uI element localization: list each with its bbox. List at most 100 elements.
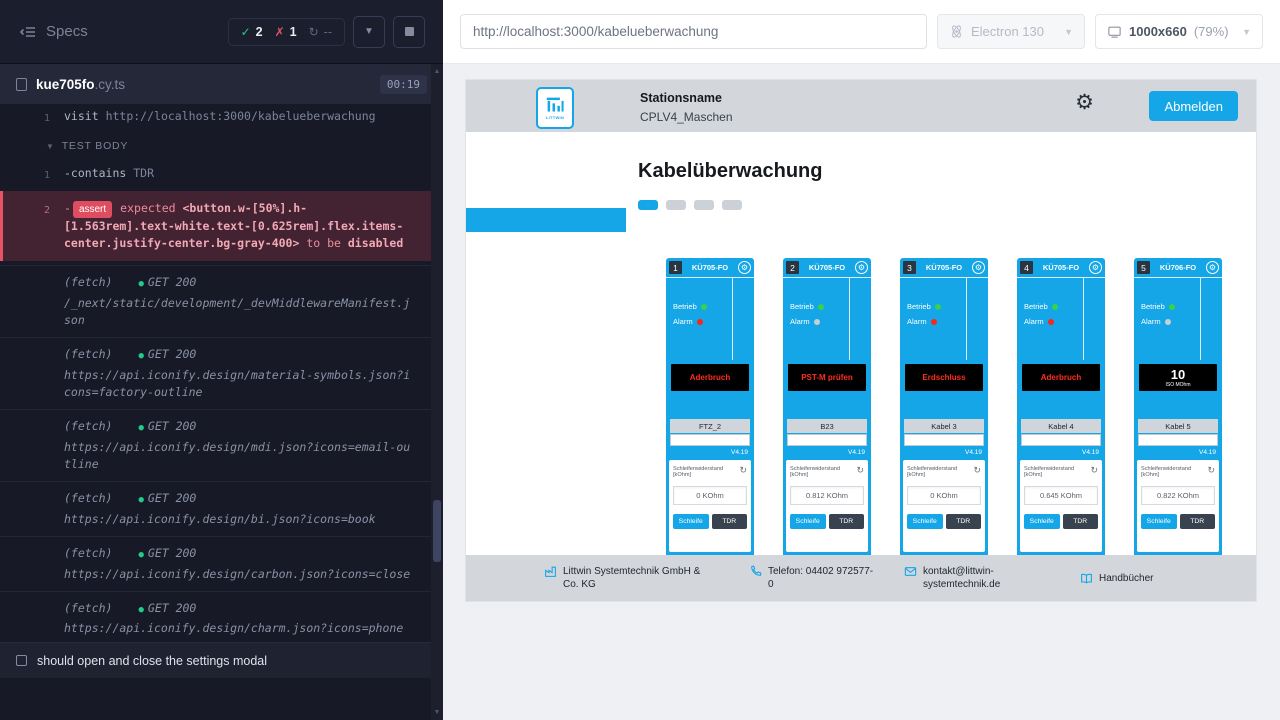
tdr-button[interactable]: TDR bbox=[829, 514, 865, 529]
browser-select[interactable]: Electron 130 ▼ bbox=[937, 14, 1085, 49]
success-dot-icon: ● bbox=[138, 495, 143, 505]
refresh-icon[interactable]: ↻ bbox=[973, 466, 981, 475]
device-settings-icon[interactable]: ⚙ bbox=[855, 261, 868, 274]
footer-contact-item[interactable]: Handbücher bbox=[1080, 572, 1153, 585]
network-log-row[interactable]: (fetch)●GET 200 https://api.iconify.desi… bbox=[0, 337, 431, 409]
viewport-select[interactable]: 1000x660 (79%) ▼ bbox=[1095, 14, 1263, 49]
footer-icon bbox=[904, 565, 917, 578]
footer-text: Handbücher bbox=[1099, 572, 1153, 585]
command-assert-failed[interactable]: 2 -assertexpected <button.w-[50%].h-[1.5… bbox=[0, 191, 431, 262]
schleife-button[interactable]: Schleife bbox=[1024, 514, 1060, 529]
rack-tab[interactable] bbox=[638, 200, 658, 210]
device-settings-icon[interactable]: ⚙ bbox=[1089, 261, 1102, 274]
network-log-row[interactable]: (fetch)●GET 200 https://api.iconify.desi… bbox=[0, 409, 431, 481]
alarm-label: Alarm bbox=[1141, 317, 1161, 326]
success-dot-icon: ● bbox=[138, 550, 143, 560]
measurement-panel: Schleifenwiderstand [kOhm] ↻ 0.822 KOhm … bbox=[1137, 460, 1219, 552]
device-model: KÜ705-FO bbox=[918, 263, 970, 272]
sidebar-nav-item[interactable] bbox=[466, 256, 626, 280]
settings-gear-icon[interactable]: ⚙ bbox=[1075, 92, 1094, 113]
cable-input[interactable] bbox=[1138, 434, 1218, 446]
device-number: 3 bbox=[903, 261, 916, 274]
measurement-panel: Schleifenwiderstand [kOhm] ↻ 0 KOhm Schl… bbox=[669, 460, 751, 552]
cable-name: Kabel 5 bbox=[1138, 419, 1218, 433]
network-log-row[interactable]: (fetch)●GET 200 /_next/static/developmen… bbox=[0, 265, 431, 337]
cypress-runner-window: Specs ✓2 ✗1 ↻-- ▼ kue705fo.cy.ts 00:19 1… bbox=[0, 0, 1280, 720]
rack-tab[interactable] bbox=[694, 200, 714, 210]
crane-icon bbox=[545, 96, 565, 114]
status-display: Aderbruch bbox=[1022, 364, 1100, 391]
network-log-row[interactable]: (fetch)●GET 200 https://api.iconify.desi… bbox=[0, 591, 431, 642]
sidebar-nav-item[interactable] bbox=[466, 232, 626, 256]
stat-failed: ✗1 bbox=[275, 25, 297, 39]
refresh-icon[interactable]: ↻ bbox=[856, 466, 864, 475]
command-log: 1 visit http://localhost:3000/kabelueber… bbox=[0, 104, 431, 642]
measurement-label: Schleifenwiderstand [kOhm] bbox=[790, 466, 856, 478]
device-settings-icon[interactable]: ⚙ bbox=[972, 261, 985, 274]
browser-label: Electron 130 bbox=[971, 24, 1044, 39]
footer-icon bbox=[544, 565, 557, 578]
stop-tests-button[interactable] bbox=[393, 16, 425, 48]
tdr-button[interactable]: TDR bbox=[1063, 514, 1099, 529]
schleife-button[interactable]: Schleife bbox=[907, 514, 943, 529]
network-log-row[interactable]: (fetch)●GET 200 https://api.iconify.desi… bbox=[0, 536, 431, 591]
refresh-icon[interactable]: ↻ bbox=[1090, 466, 1098, 475]
test-body-section-toggle[interactable]: ▼ TEST BODY bbox=[0, 130, 431, 161]
tdr-button[interactable]: TDR bbox=[946, 514, 982, 529]
device-settings-icon[interactable]: ⚙ bbox=[738, 261, 751, 274]
aut-url-input[interactable] bbox=[460, 14, 927, 49]
scroll-up-arrow[interactable]: ▲ bbox=[431, 68, 443, 75]
tdr-button[interactable]: TDR bbox=[712, 514, 748, 529]
mail-icon bbox=[904, 565, 917, 578]
schleife-button[interactable]: Schleife bbox=[673, 514, 709, 529]
footer-contact-item[interactable]: Littwin Systemtechnik GmbH & Co. KG bbox=[544, 565, 713, 591]
cable-input[interactable] bbox=[670, 434, 750, 446]
chevron-down-icon: ▼ bbox=[1064, 27, 1073, 37]
status-display: Aderbruch bbox=[671, 364, 749, 391]
stop-icon bbox=[405, 27, 414, 36]
specs-toggle[interactable]: Specs bbox=[20, 23, 88, 40]
footer-contact-item[interactable]: Telefon: 04402 972577-0 bbox=[749, 565, 878, 591]
cable-input[interactable] bbox=[787, 434, 867, 446]
device-settings-icon[interactable]: ⚙ bbox=[1206, 261, 1219, 274]
reporter-scrollbar[interactable]: ▲ ▼ bbox=[431, 64, 443, 720]
status-sub-label: ISO MOhm bbox=[1165, 382, 1190, 388]
stat-pending: ↻-- bbox=[309, 25, 332, 39]
refresh-icon[interactable]: ↻ bbox=[739, 466, 747, 475]
cable-name: Kabel 4 bbox=[1021, 419, 1101, 433]
success-dot-icon: ● bbox=[138, 423, 143, 433]
rack-tab[interactable] bbox=[722, 200, 742, 210]
tdr-button[interactable]: TDR bbox=[1180, 514, 1216, 529]
collapse-reporter-button[interactable]: ▼ bbox=[353, 16, 385, 48]
footer-icon bbox=[749, 565, 762, 578]
cable-input[interactable] bbox=[904, 434, 984, 446]
refresh-icon[interactable]: ↻ bbox=[1207, 466, 1215, 475]
rack-tab[interactable] bbox=[666, 200, 686, 210]
success-dot-icon: ● bbox=[138, 279, 143, 289]
spec-header-row[interactable]: kue705fo.cy.ts 00:19 bbox=[0, 64, 443, 104]
scroll-down-arrow[interactable]: ▼ bbox=[431, 709, 443, 716]
schleife-button[interactable]: Schleife bbox=[790, 514, 826, 529]
footer-contact-item[interactable]: kontakt@littwin-systemtechnik.de bbox=[904, 565, 1018, 591]
network-log-row[interactable]: (fetch)●GET 200 https://api.iconify.desi… bbox=[0, 481, 431, 536]
sidebar-nav-item[interactable] bbox=[466, 184, 626, 208]
status-display: Erdschluss bbox=[905, 364, 983, 391]
next-test-row[interactable]: should open and close the settings modal bbox=[0, 642, 431, 678]
command-visit[interactable]: 1 visit http://localhost:3000/kabelueber… bbox=[0, 104, 431, 130]
logout-button[interactable]: Abmelden bbox=[1149, 91, 1238, 121]
firmware-version: V4.19 bbox=[783, 446, 871, 456]
cable-name: B23 bbox=[787, 419, 867, 433]
measurement-value: 0 KOhm bbox=[673, 486, 747, 505]
stat-passed: ✓2 bbox=[241, 25, 263, 39]
command-contains[interactable]: 1 -contains TDR bbox=[0, 161, 431, 187]
schleife-button[interactable]: Schleife bbox=[1141, 514, 1177, 529]
alarm-label: Alarm bbox=[673, 317, 693, 326]
aut-stage: LITTWIN Stationsname CPLV4_Maschen ⚙ Abm… bbox=[443, 64, 1280, 720]
cable-input[interactable] bbox=[1021, 434, 1101, 446]
scrollbar-thumb[interactable] bbox=[433, 500, 441, 562]
sidebar-nav-item[interactable] bbox=[466, 208, 626, 232]
status-text: Erdschluss bbox=[922, 373, 965, 382]
betrieb-label: Betrieb bbox=[1141, 302, 1165, 311]
viewport-size: 1000x660 bbox=[1129, 24, 1187, 39]
chevron-down-icon: ▼ bbox=[1242, 27, 1251, 37]
